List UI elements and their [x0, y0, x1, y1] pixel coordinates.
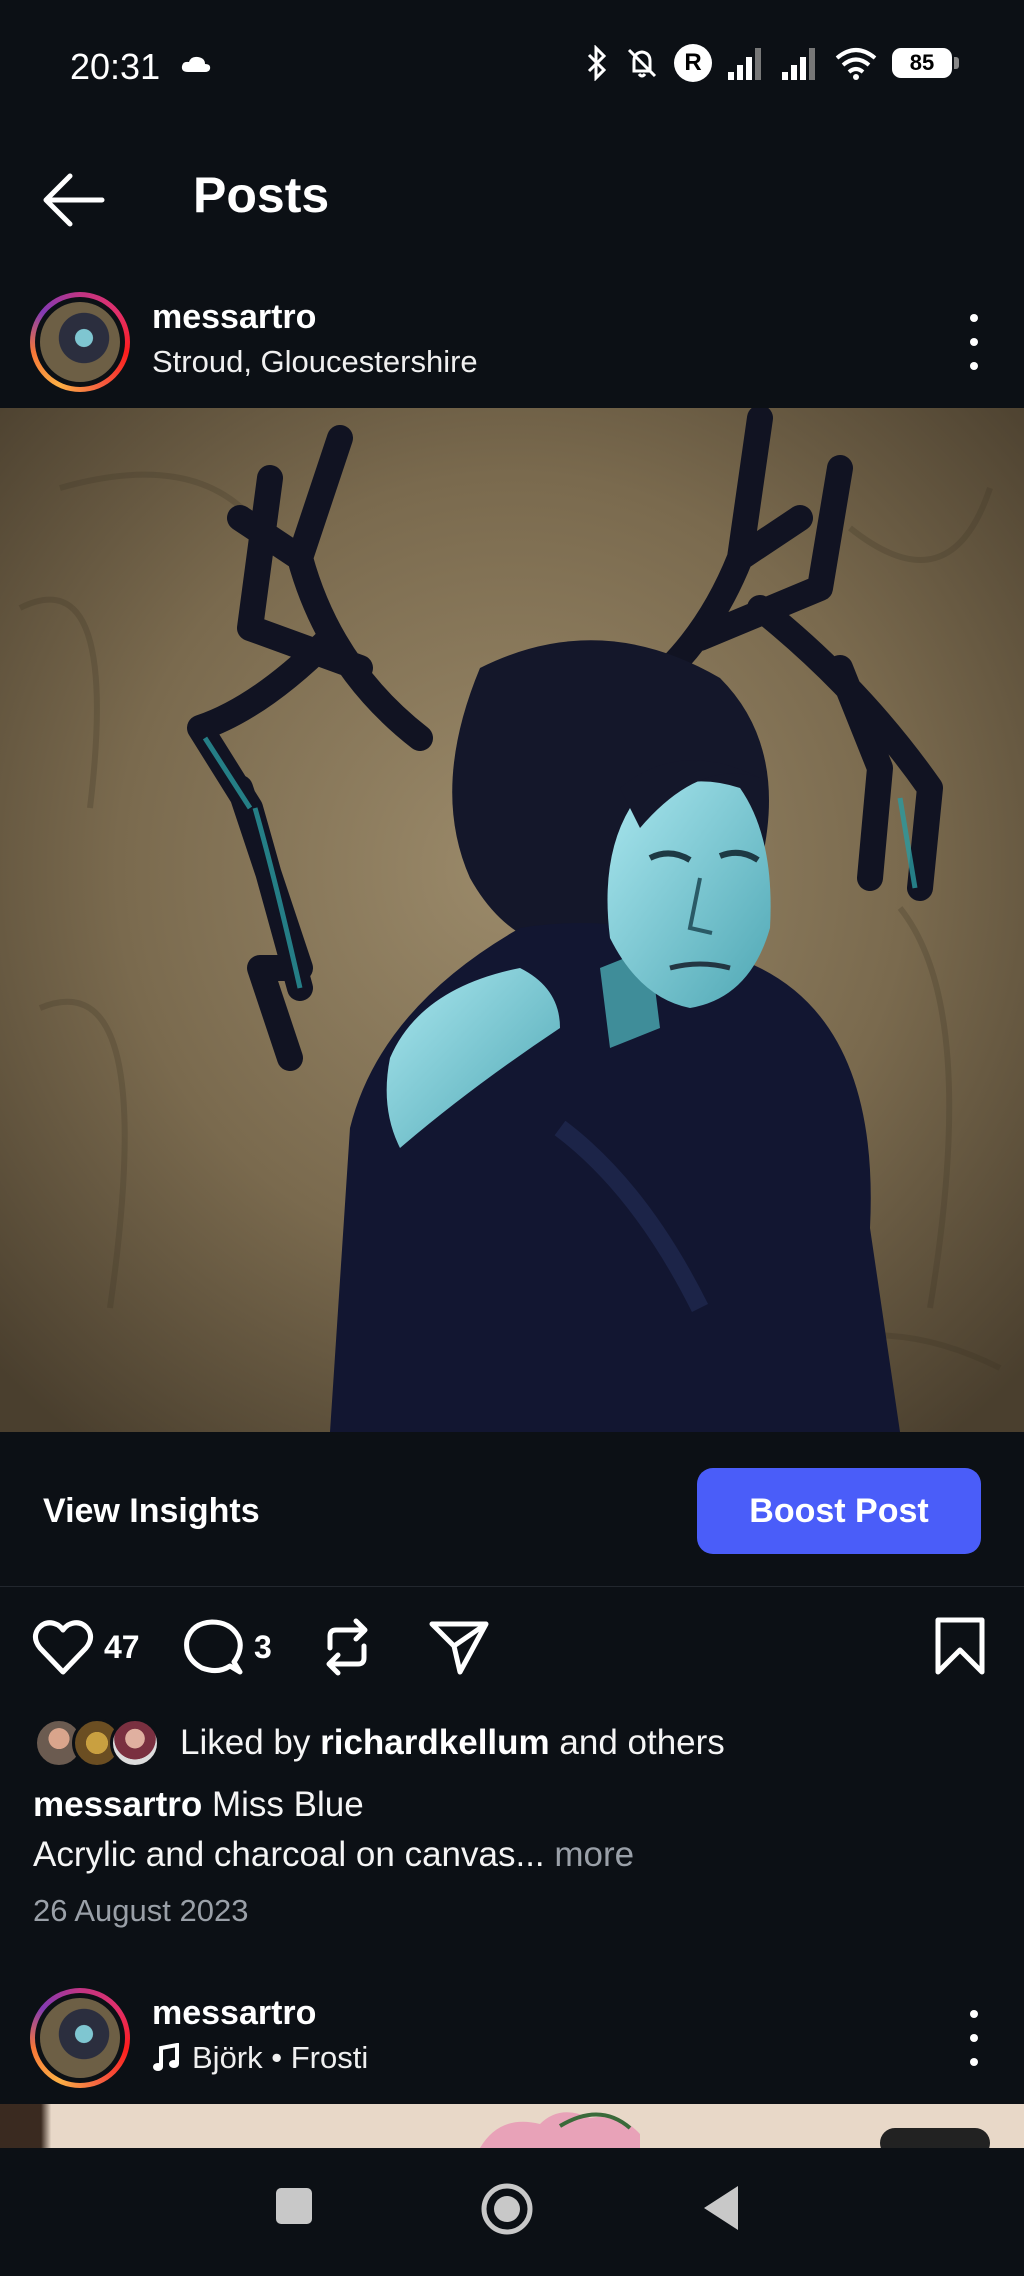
music-note-icon — [153, 2043, 179, 2071]
liked-by-prefix: Liked by — [180, 1723, 311, 1762]
insights-row: View Insights Boost Post — [0, 1432, 1024, 1587]
app-header: Posts — [0, 140, 1024, 250]
avatar — [110, 1718, 160, 1768]
repost-icon — [326, 1618, 368, 1676]
status-time: 20:31 — [70, 46, 161, 87]
signal-icon — [728, 48, 761, 80]
post-date: 26 August 2023 — [33, 1893, 249, 1928]
caption-body-line: Acrylic and charcoal on canvas... more — [33, 1835, 634, 1875]
next-post-image[interactable] — [0, 2104, 1024, 2148]
caption: messartro Miss Blue — [33, 1785, 364, 1825]
next-post-image-preview — [480, 2112, 990, 2148]
repost-button[interactable] — [318, 1618, 376, 1676]
page-title: Posts — [193, 167, 330, 223]
liked-by-user[interactable]: richardkellum — [320, 1723, 550, 1763]
save-button[interactable] — [934, 1616, 986, 1676]
location-label: Stroud, Gloucestershire — [152, 344, 478, 379]
painting-image — [0, 408, 1024, 1432]
boost-post-button[interactable]: Boost Post — [697, 1468, 981, 1554]
wifi-icon — [835, 48, 877, 80]
more-options-button[interactable] — [964, 314, 984, 370]
arrow-left-icon — [43, 173, 105, 227]
comment-button[interactable]: 3 — [182, 1618, 272, 1676]
avatar[interactable] — [30, 292, 130, 392]
avatar[interactable] — [30, 1988, 130, 2088]
view-insights-link[interactable]: View Insights — [43, 1492, 260, 1531]
bluetooth-icon — [587, 45, 607, 81]
post-music[interactable]: Björk • Frosti — [152, 2040, 368, 2076]
share-button[interactable] — [428, 1618, 490, 1676]
caption-more-link[interactable]: more — [554, 1835, 634, 1874]
carrier-badge: R — [674, 44, 712, 82]
battery-icon: 85 — [892, 48, 959, 78]
send-icon — [429, 1621, 489, 1675]
caption-title: Miss Blue — [212, 1785, 364, 1824]
system-nav-bar — [0, 2148, 1024, 2276]
status-icons: R 85 — [584, 44, 959, 82]
like-button[interactable]: 47 — [32, 1618, 140, 1676]
home-button[interactable] — [480, 2182, 534, 2236]
heart-icon — [32, 1620, 94, 1675]
more-options-button[interactable] — [964, 2010, 984, 2066]
cloud-icon — [181, 56, 211, 72]
actions-row: 47 3 — [0, 1610, 1024, 1690]
back-button[interactable] — [40, 170, 110, 230]
status-bar: 20:31 R 85 — [0, 0, 1024, 130]
music-label: Björk • Frosti — [192, 2040, 369, 2075]
liked-by-row[interactable]: Liked by richardkellum and others — [34, 1715, 725, 1771]
liker-avatars — [34, 1718, 160, 1768]
post-username[interactable]: messartro — [152, 1994, 316, 2033]
comments-count: 3 — [254, 1628, 272, 1665]
signal-icon — [782, 48, 815, 80]
post-location[interactable]: Stroud, Gloucestershire — [152, 344, 478, 380]
post-header: messartro Stroud, Gloucestershire — [0, 284, 1024, 394]
post-username[interactable]: messartro — [152, 298, 316, 337]
next-post-header: messartro Björk • Frosti — [0, 1980, 1024, 2090]
bookmark-icon — [935, 1617, 985, 1675]
likes-count: 47 — [104, 1628, 140, 1665]
caption-body: Acrylic and charcoal on canvas... — [33, 1835, 545, 1874]
recents-button[interactable] — [274, 2186, 314, 2226]
liked-by-suffix[interactable]: and others — [559, 1723, 724, 1763]
bell-off-icon — [627, 48, 657, 78]
back-nav-button[interactable] — [700, 2184, 742, 2232]
post-image[interactable] — [0, 408, 1024, 1432]
comment-icon — [184, 1619, 243, 1675]
caption-username[interactable]: messartro — [33, 1785, 202, 1824]
